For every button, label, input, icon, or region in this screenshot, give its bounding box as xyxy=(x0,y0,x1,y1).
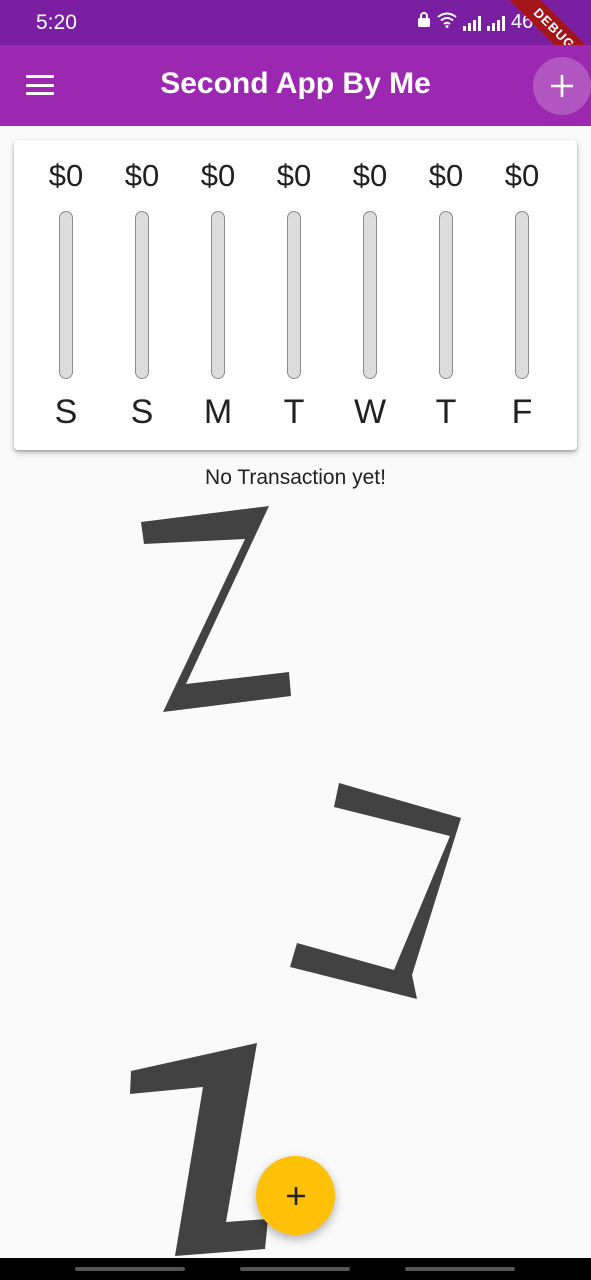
nav-home[interactable] xyxy=(240,1267,350,1271)
add-fab[interactable] xyxy=(256,1156,335,1235)
chart-bar-column: $0 M xyxy=(180,140,256,450)
bar-track xyxy=(439,211,453,379)
bar-day-label: T xyxy=(283,393,305,431)
weekly-chart-card: $0 S $0 S $0 M $0 T $0 W $0 T $0 F xyxy=(14,140,577,450)
bar-amount: $0 xyxy=(48,158,84,193)
app-bar: Second App By Me xyxy=(0,45,591,126)
navigation-bar xyxy=(0,1258,591,1280)
status-time: 5:20 xyxy=(36,11,77,34)
bar-day-label: M xyxy=(203,393,233,431)
chart-bar-column: $0 T xyxy=(256,140,332,450)
bar-track xyxy=(515,211,529,379)
bar-track xyxy=(363,211,377,379)
empty-state-message: No Transaction yet! xyxy=(205,466,386,489)
chart-bar-column: $0 T xyxy=(408,140,484,450)
bar-day-label: S xyxy=(54,393,78,431)
bar-day-label: S xyxy=(130,393,154,431)
bar-day-label: F xyxy=(511,393,533,431)
nav-recents[interactable] xyxy=(75,1267,185,1271)
plus-icon xyxy=(551,75,573,97)
chart-bar-column: $0 F xyxy=(484,140,560,450)
status-bar: 5:20 46% xyxy=(0,0,591,45)
bar-amount: $0 xyxy=(504,158,540,193)
bar-track xyxy=(211,211,225,379)
bar-track xyxy=(287,211,301,379)
chart-bar-column: $0 S xyxy=(28,140,104,450)
bar-amount: $0 xyxy=(352,158,388,193)
bar-amount: $0 xyxy=(276,158,312,193)
chart-bar-column: $0 S xyxy=(104,140,180,450)
bar-track xyxy=(135,211,149,379)
lock-icon xyxy=(417,11,431,34)
bar-track xyxy=(59,211,73,379)
bar-day-label: W xyxy=(353,393,387,431)
nav-back[interactable] xyxy=(405,1267,515,1271)
signal-icon-2 xyxy=(486,15,505,31)
app-title: Second App By Me xyxy=(160,67,431,100)
sleeping-zzz-image xyxy=(130,506,461,1256)
wifi-icon xyxy=(437,11,457,34)
bar-day-label: T xyxy=(435,393,457,431)
bar-amount: $0 xyxy=(200,158,236,193)
add-transaction-button[interactable] xyxy=(533,57,591,115)
bar-amount: $0 xyxy=(428,158,464,193)
plus-icon xyxy=(286,1186,305,1205)
signal-icon xyxy=(462,15,481,31)
bar-amount: $0 xyxy=(124,158,160,193)
chart-bar-column: $0 W xyxy=(332,140,408,450)
